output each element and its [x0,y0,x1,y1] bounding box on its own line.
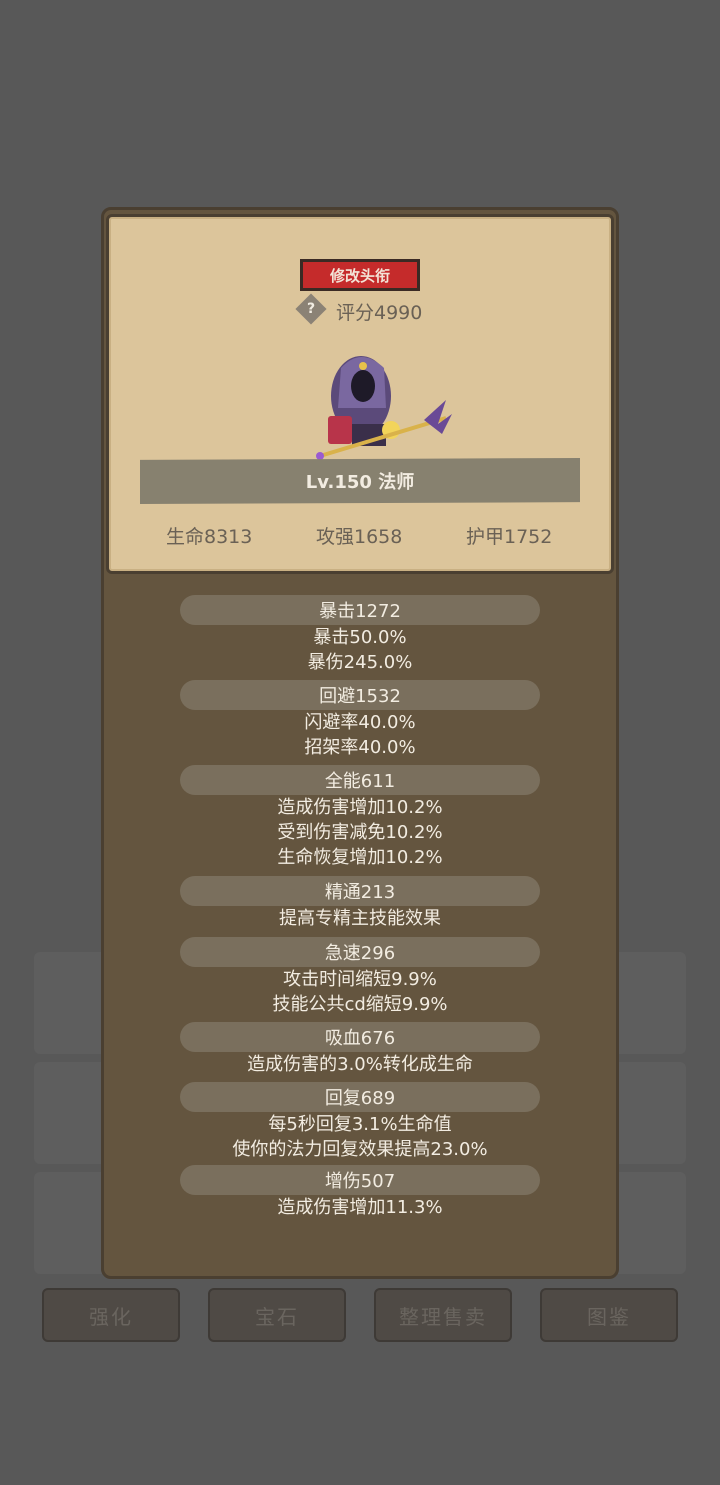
damage-bonus-header: 增伤507 [180,1165,540,1195]
lifesteal-effect: 造成伤害的3.0%转化成生命 [247,1054,473,1075]
versatility-heal: 生命恢复增加10.2% [277,847,443,868]
damage-bonus-effect: 造成伤害增加11.3% [277,1197,443,1218]
versatility-reduction: 受到伤害减免10.2% [277,822,443,843]
mastery-header: 精通213 [180,876,540,906]
evasion-rate: 闪避率40.0% [304,712,416,733]
gem-button[interactable]: 宝石 [208,1288,346,1342]
regen-mana: 使你的法力回复效果提高23.0% [232,1139,488,1160]
parry-rate: 招架率40.0% [304,737,416,758]
haste-attack-time: 攻击时间缩短9.9% [283,969,437,990]
haste-skill-cd: 技能公共cd缩短9.9% [272,994,448,1015]
sort-sell-button[interactable]: 整理售卖 [374,1288,512,1342]
armor-stat: 护甲1752 [466,526,553,548]
lifesteal-header: 吸血676 [180,1022,540,1052]
crit-damage: 暴伤245.0% [307,652,413,673]
dodge-header: 回避1532 [180,680,540,710]
regen-header: 回复689 [180,1082,540,1112]
level-class-banner: Lv.150 法师 [140,458,580,504]
mastery-effect: 提高专精主技能效果 [279,908,441,929]
hp-stat: 生命8313 [166,526,253,548]
enhance-button[interactable]: 强化 [42,1288,180,1342]
versatility-damage: 造成伤害增加10.2% [277,797,443,818]
versatility-header: 全能611 [180,765,540,795]
mage-character-sprite [316,356,452,460]
regen-hp: 每5秒回复3.1%生命值 [268,1114,452,1135]
help-icon-glyph[interactable]: ? [300,298,322,320]
crit-header: 暴击1272 [180,595,540,625]
edit-title-button[interactable]: 修改头衔 [300,259,420,291]
score-label: 评分4990 [336,302,423,324]
haste-header: 急速296 [180,937,540,967]
codex-button[interactable]: 图鉴 [540,1288,678,1342]
crit-rate: 暴击50.0% [313,627,407,648]
attack-power-stat: 攻强1658 [316,526,403,548]
